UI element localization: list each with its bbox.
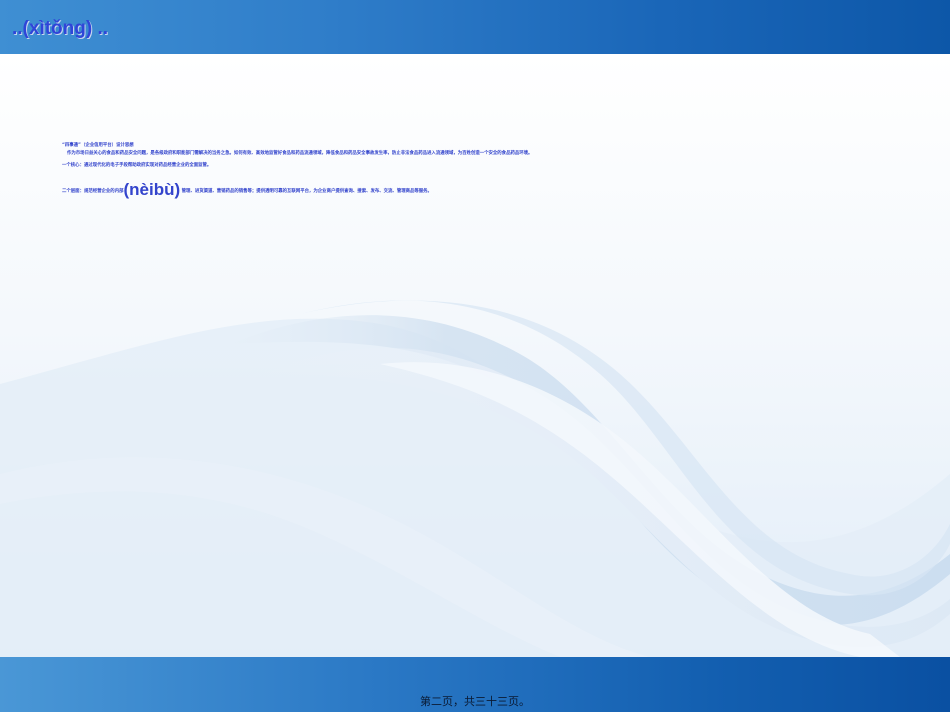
content-core-point: 一个核心：通过现代化的电子手段帮助政府实现对药品经营企业的全面监管。 bbox=[62, 163, 212, 168]
content-paragraph: 作为市场日益关心的食品和药品安全问题，是各级政府和职能部门需解决的当务之急。如何… bbox=[67, 151, 533, 156]
slide-title: ..(xìtǒng) .. bbox=[12, 18, 109, 39]
content-two-levels: 二个层面：规范经营企业的内部(nèibù) 管理、进货渠道、营销药品的销售等；提… bbox=[62, 180, 662, 202]
two-levels-suffix: 管理、进货渠道、营销药品的销售等；提供透明可靠的互联网平台，为企业商户提供查询、… bbox=[180, 189, 432, 194]
two-levels-prefix: 二个层面：规范经营企业的内部 bbox=[62, 189, 124, 194]
page-indicator: 第二页，共三十三页。 bbox=[420, 695, 530, 708]
slide-content: “四事通”（企业信用平台）设计思想 作为市场日益关心的食品和药品安全问题，是各级… bbox=[62, 142, 662, 202]
two-levels-pinyin: (nèibù) bbox=[123, 180, 181, 199]
content-heading: “四事通”（企业信用平台）设计思想 bbox=[62, 143, 134, 148]
title-band: ..(xìtǒng) .. bbox=[0, 0, 950, 54]
footer-band: 第二页，共三十三页。 bbox=[0, 657, 950, 712]
